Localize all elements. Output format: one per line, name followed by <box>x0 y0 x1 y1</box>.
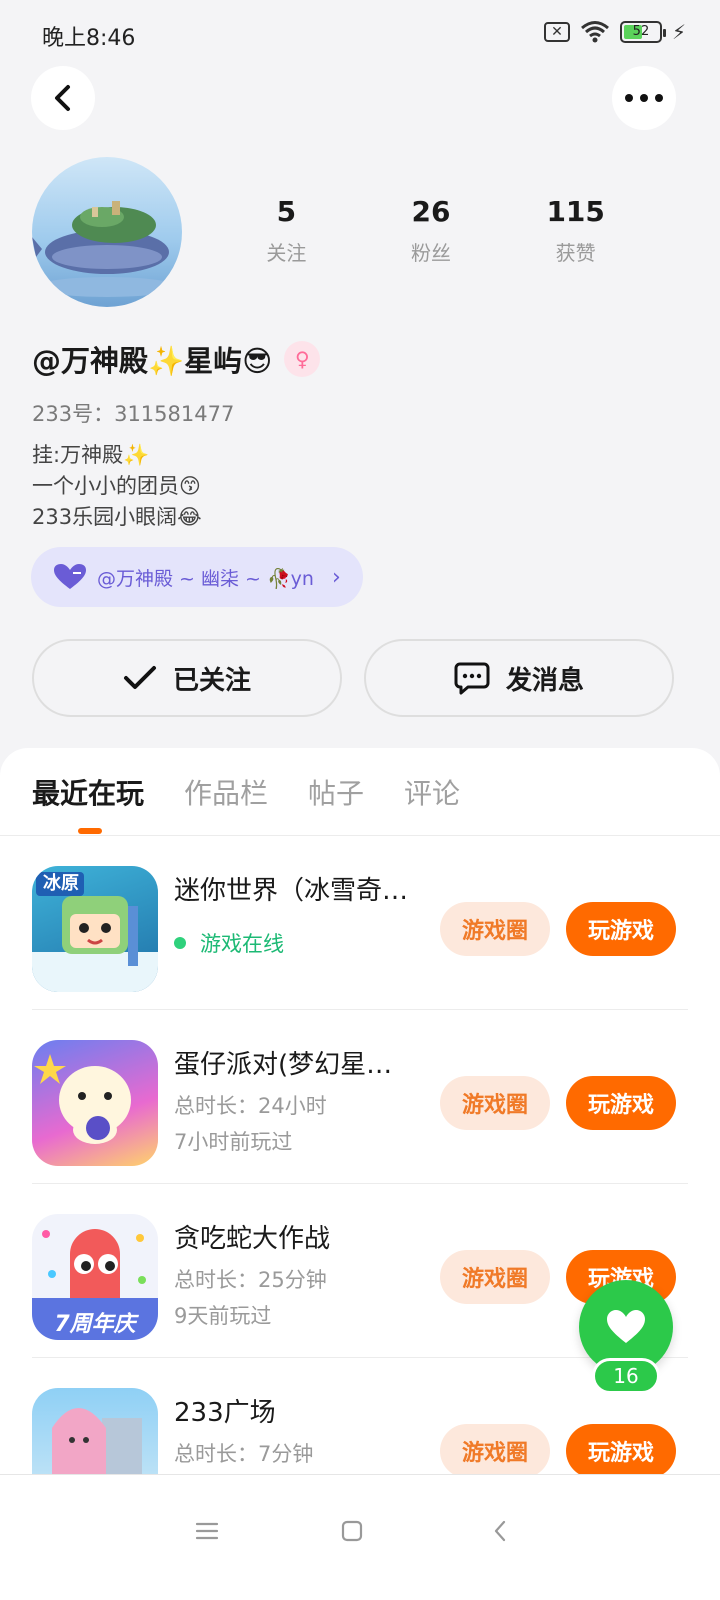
likes-label: 获赞 <box>555 241 596 265</box>
chevron-right-icon: › <box>331 564 341 590</box>
profile-stats: 5 关注 26 粉丝 115 获赞 <box>214 195 648 266</box>
wifi-icon <box>580 21 609 43</box>
following-count: 5 <box>276 195 297 228</box>
play-duration: 总时长：24小时 <box>174 1094 327 1118</box>
stat-likes[interactable]: 115 获赞 <box>503 195 648 266</box>
back-button[interactable] <box>31 66 95 130</box>
play-game-button[interactable]: 玩游戏 <box>566 1076 676 1130</box>
game-icon-text: 冰原 <box>43 873 79 894</box>
menu-icon[interactable] <box>187 1511 227 1551</box>
game-icon-eggy-party <box>32 1040 158 1166</box>
play-game-button[interactable]: 玩游戏 <box>566 1424 676 1478</box>
whale-island-image <box>32 201 177 297</box>
female-icon: ♀ <box>284 341 321 377</box>
play-duration: 总时长：25分钟 <box>174 1268 327 1292</box>
no-sim-icon: ✕ <box>543 22 570 42</box>
nav-back-icon[interactable] <box>480 1511 520 1551</box>
game-circle-button[interactable]: 游戏圈 <box>440 902 550 956</box>
game-name: 蛋仔派对(梦幻星… <box>174 1050 393 1080</box>
status-icons: ✕ 52 ⚡ <box>543 20 686 44</box>
bio-line: 挂:万神殿✨ <box>32 443 150 467</box>
guild-link[interactable]: @万神殿 ~ 幽柒 ~ 🥀yn › <box>31 547 363 607</box>
heart-icon <box>607 1310 645 1343</box>
tab-works[interactable]: 作品栏 <box>184 772 268 812</box>
game-circle-button[interactable]: 游戏圈 <box>440 1424 550 1478</box>
nickname: @万神殿✨星屿😎 <box>32 344 273 378</box>
last-played: 9天前玩过 <box>174 1304 272 1328</box>
bio-line: 233乐园小眼阔😂 <box>32 505 202 529</box>
play-game-button[interactable]: 玩游戏 <box>566 902 676 956</box>
game-icon-mini-world: 冰原 <box>32 866 158 992</box>
game-circle-button[interactable]: 游戏圈 <box>440 1250 550 1304</box>
like-count: 16 <box>592 1358 660 1394</box>
system-nav-bar <box>0 1474 720 1600</box>
last-played: 7小时前玩过 <box>174 1130 293 1154</box>
game-name: 233广场 <box>174 1398 276 1428</box>
status-bar: 晚上8:46 ✕ 52 ⚡ <box>0 0 720 70</box>
follow-label: 已关注 <box>172 665 251 696</box>
tab-bar: 最近在玩 作品栏 帖子 评论 <box>32 772 460 812</box>
game-row[interactable]: 蛋仔派对(梦幻星… 总时长：24小时 7小时前玩过 游戏圈 玩游戏 <box>32 1010 688 1184</box>
likes-count: 115 <box>546 195 605 228</box>
game-icon-text: 7周年庆 <box>54 1312 136 1337</box>
online-status: 游戏在线 <box>174 928 284 958</box>
message-button[interactable]: 发消息 <box>364 639 674 717</box>
bio: 挂:万神殿✨ 一个小小的团员😙 233乐园小眼阔😂 <box>32 440 202 533</box>
bio-line: 一个小小的团员😙 <box>32 474 201 498</box>
tab-recent-played[interactable]: 最近在玩 <box>32 772 144 812</box>
guild-name: @万神殿 ~ 幽柒 ~ 🥀yn <box>97 567 314 590</box>
charging-icon: ⚡ <box>671 20 686 44</box>
online-dot-icon <box>174 937 186 949</box>
message-label: 发消息 <box>505 665 584 696</box>
active-tab-indicator <box>78 828 102 834</box>
heart-icon <box>54 564 86 589</box>
check-icon <box>123 666 156 689</box>
battery-icon: 52 <box>619 21 666 43</box>
following-label: 关注 <box>266 241 307 265</box>
nickname-row: @万神殿✨星屿😎 ♀ <box>32 338 321 380</box>
game-icon-snake: 7周年庆 <box>32 1214 158 1340</box>
avatar[interactable] <box>32 157 182 307</box>
play-duration: 总时长：7分钟 <box>174 1442 314 1466</box>
battery-level: 52 <box>632 24 650 39</box>
game-row[interactable]: 冰原 迷你世界（冰雪奇… 游戏在线 游戏圈 玩游戏 <box>32 836 688 1010</box>
back-icon <box>55 85 70 111</box>
tab-comments[interactable]: 评论 <box>404 772 460 812</box>
status-time: 晚上8:46 <box>42 26 136 51</box>
content-sheet: 最近在玩 作品栏 帖子 评论 冰原 迷你世界（冰雪奇… 游戏在线 游戏圈 玩游戏 <box>0 748 720 1600</box>
more-button[interactable] <box>612 66 676 130</box>
stat-followers[interactable]: 26 粉丝 <box>359 195 504 266</box>
game-circle-button[interactable]: 游戏圈 <box>440 1076 550 1130</box>
game-name: 迷你世界（冰雪奇… <box>174 876 409 906</box>
followers-label: 粉丝 <box>411 241 451 265</box>
tab-posts[interactable]: 帖子 <box>308 772 364 812</box>
game-name: 贪吃蛇大作战 <box>174 1224 331 1254</box>
stat-following[interactable]: 5 关注 <box>214 195 359 266</box>
chat-icon <box>454 662 490 695</box>
home-icon[interactable] <box>332 1511 372 1551</box>
more-icon <box>625 94 663 102</box>
followers-count: 26 <box>411 195 451 228</box>
user-id[interactable]: 233号：311581477 <box>32 398 234 428</box>
follow-button[interactable]: 已关注 <box>32 639 342 717</box>
online-status-text: 游戏在线 <box>200 932 284 956</box>
